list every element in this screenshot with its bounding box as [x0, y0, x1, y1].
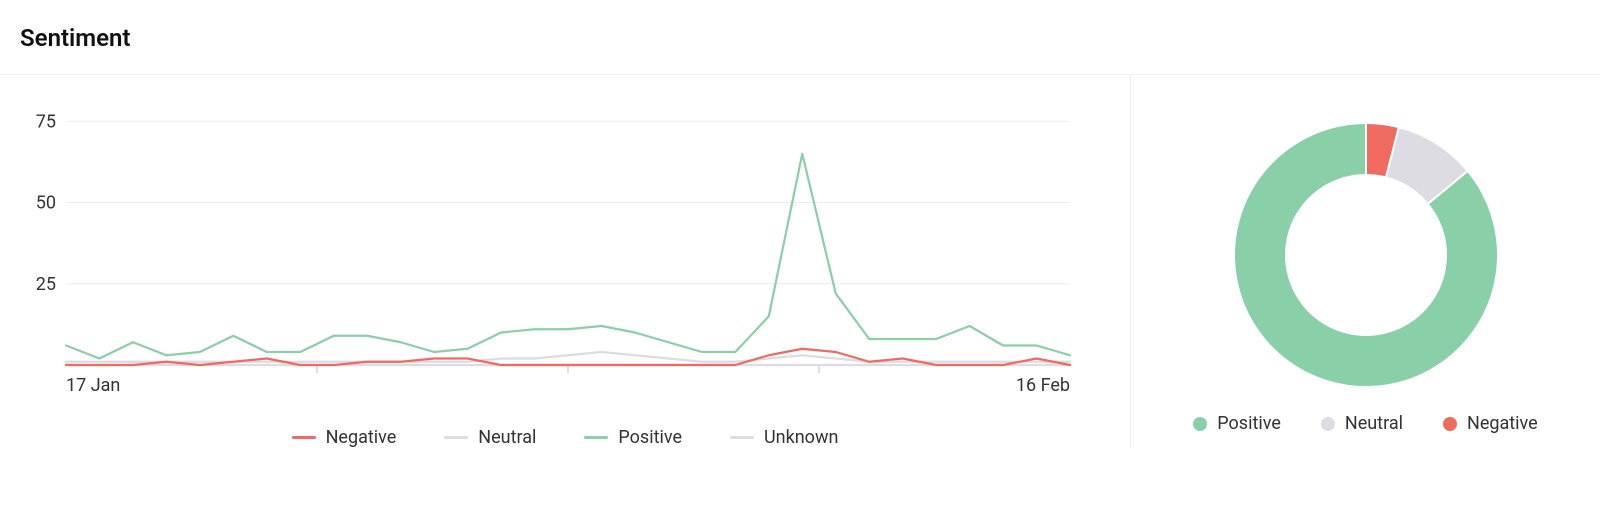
- donut-chart-legend: Positive Neutral Negative: [1193, 413, 1537, 434]
- legend-swatch: [730, 436, 754, 439]
- legend-swatch: [1321, 417, 1335, 431]
- y-tick-label: 75: [36, 111, 56, 132]
- sentiment-donut-chart: [1226, 115, 1506, 395]
- page-title: Sentiment: [20, 24, 1600, 52]
- legend-item-unknown[interactable]: Unknown: [730, 427, 838, 448]
- legend-label: Unknown: [764, 427, 838, 448]
- legend-label: Negative: [1467, 413, 1538, 434]
- legend-label: Neutral: [1345, 413, 1403, 434]
- legend-swatch: [584, 436, 608, 439]
- y-tick-label: 50: [36, 193, 56, 214]
- legend-label: Neutral: [478, 427, 536, 448]
- x-tick-label: 16 Feb: [1016, 375, 1070, 396]
- legend-swatch: [1443, 417, 1457, 431]
- legend-swatch: [444, 436, 468, 439]
- legend-item-neutral[interactable]: Neutral: [1321, 413, 1403, 434]
- legend-label: Negative: [326, 427, 397, 448]
- legend-item-positive[interactable]: Positive: [584, 427, 682, 448]
- legend-label: Positive: [618, 427, 682, 448]
- legend-label: Positive: [1217, 413, 1281, 434]
- legend-item-negative[interactable]: Negative: [1443, 413, 1538, 434]
- line-chart-legend: Negative Neutral Positive Unknown: [20, 427, 1110, 448]
- legend-item-negative[interactable]: Negative: [292, 427, 397, 448]
- sentiment-line-chart: 25 50 75 17 Jan 16 Feb: [20, 95, 1080, 405]
- series-negative: [66, 349, 1070, 365]
- legend-item-neutral[interactable]: Neutral: [444, 427, 536, 448]
- legend-item-positive[interactable]: Positive: [1193, 413, 1281, 434]
- legend-swatch: [292, 436, 316, 439]
- legend-swatch: [1193, 417, 1207, 431]
- x-tick-label: 17 Jan: [66, 375, 120, 396]
- series-positive: [66, 154, 1070, 359]
- y-tick-label: 25: [36, 274, 56, 295]
- series-neutral: [66, 352, 1070, 362]
